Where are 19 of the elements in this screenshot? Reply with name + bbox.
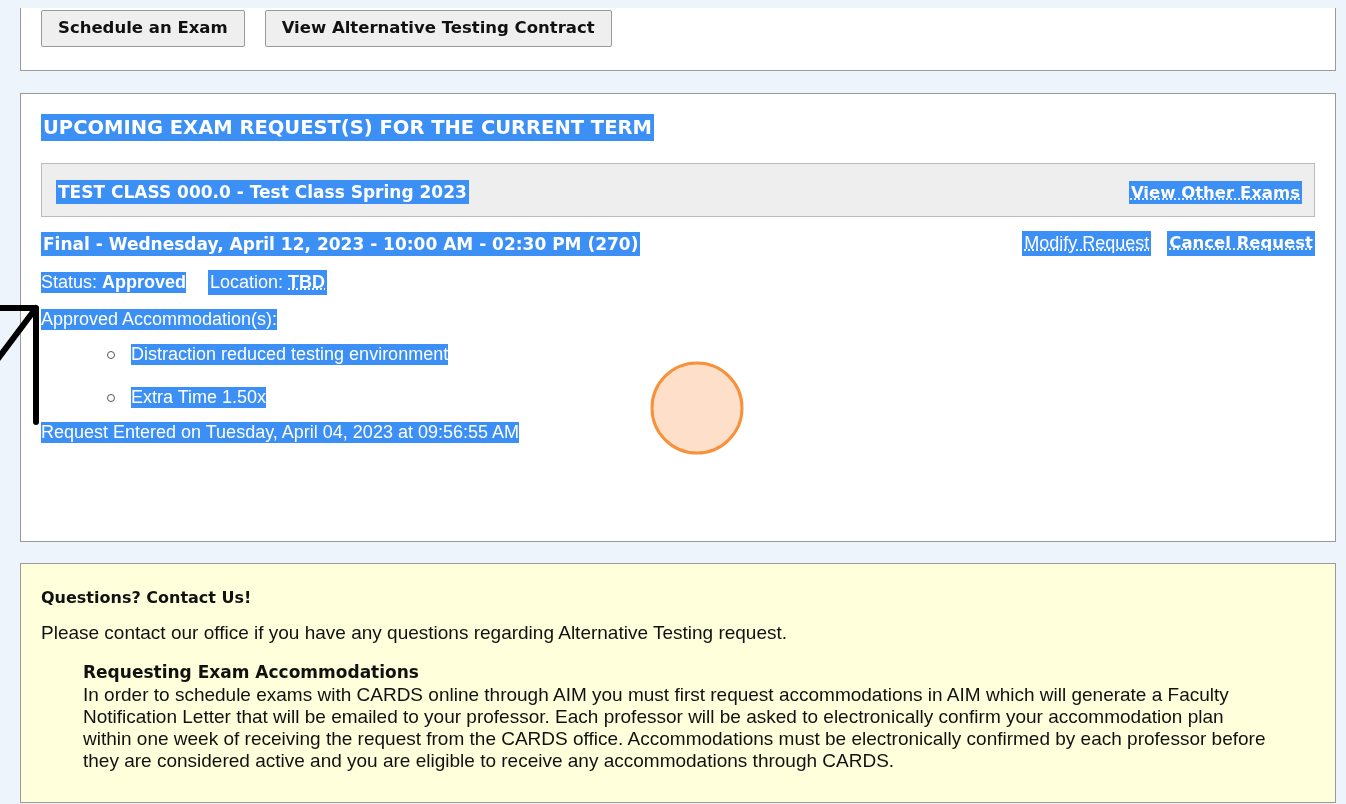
action-button[interactable]: View Alternative Testing Contract: [264, 10, 612, 47]
accommodation-item: Extra Time 1.50x: [131, 387, 267, 408]
section-title: Requesting Exam Accommodations: [83, 662, 420, 682]
accommodations-label: Approved Accommodation(s):: [41, 309, 278, 330]
contact-intro: Please contact our office if you have any questions regarding Alternative Testing request.: [41, 622, 789, 644]
request-link[interactable]: Cancel Request: [1167, 231, 1315, 256]
contact-title: Questions? Contact Us!: [41, 588, 253, 607]
action-button[interactable]: Schedule an Exam: [41, 10, 245, 47]
request-entered-text: Request Entered on Tuesday, April 04, 2023 at 09:56:55 AM: [41, 422, 519, 443]
class-title: TEST CLASS 000.0 - Test Class Spring 2023: [56, 180, 469, 204]
exam-title: Final - Wednesday, April 12, 2023 - 10:00 AM - 02:30 PM (270): [41, 231, 641, 256]
status-text: Status: Approved: [41, 272, 187, 293]
location-text: Location: TBD: [208, 270, 328, 295]
view-other-exams-link[interactable]: View Other Exams: [1128, 180, 1302, 204]
accommodation-item: Distraction reduced testing environment: [131, 344, 449, 365]
section-heading: UPCOMING EXAM REQUEST(S) FOR THE CURRENT TERM: [41, 114, 654, 141]
cursor-highlight-icon: [649, 360, 745, 456]
request-link[interactable]: Modify Request: [1022, 231, 1152, 256]
section-text: In order to schedule exams with CARDS online through AIM you must first request accommodations in AIM which will generate a Faculty Notification Letter that will be emailed to your professor. Each professor will be asked to electronically confirm your accommodation plan within one week of receiving the request from the CARDS office. Accommodations must be electronically confirmed by each professor before they are considered active and you are eligible to receive any accommodations through CARDS.: [83, 684, 1267, 772]
